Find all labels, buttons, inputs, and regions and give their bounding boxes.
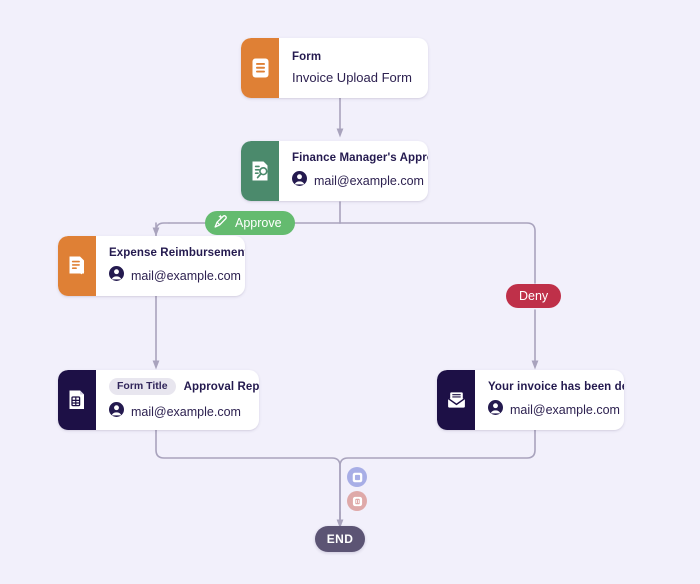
node-approval-report-title: Approval Report (183, 380, 259, 393)
add-step-button[interactable] (347, 467, 367, 487)
node-approval-report[interactable]: Form Title Approval Report mail@example.… (58, 370, 259, 430)
signature-pen-icon (213, 214, 229, 233)
node-approval-report-body: Form Title Approval Report mail@example.… (96, 370, 259, 430)
node-finance-approval-body: Finance Manager's Approval mail@example.… (279, 141, 428, 201)
branch-badge-deny[interactable]: Deny (506, 284, 562, 308)
node-invoice-denied-title-row: Your invoice has been denied. (488, 381, 624, 393)
node-expense-reimbursement-title: Expense Reimbursement Form (109, 246, 245, 259)
end-node[interactable]: END (315, 526, 365, 552)
node-approval-report-tag: Form Title (109, 378, 176, 395)
form-forward-icon (58, 236, 96, 296)
node-finance-approval-title: Finance Manager's Approval (292, 151, 428, 164)
node-expense-reimbursement-email: mail@example.com (131, 268, 241, 283)
node-approval-report-email: mail@example.com (131, 404, 241, 419)
avatar-user-icon (488, 399, 503, 420)
approval-signature-icon (241, 141, 279, 201)
delete-step-button[interactable] (347, 491, 367, 511)
node-form-title: Form (292, 51, 322, 63)
branch-badge-deny-label: Deny (519, 289, 549, 303)
edge-split-right (339, 222, 536, 284)
node-invoice-denied-email: mail@example.com (510, 402, 620, 417)
node-finance-approval-title-row: Finance Manager's Approval (292, 152, 428, 164)
node-expense-reimbursement[interactable]: Expense Reimbursement Form mail@example.… (58, 236, 245, 296)
node-invoice-denied[interactable]: Your invoice has been denied. mail@examp… (437, 370, 624, 430)
branch-badge-approve[interactable]: Approve (205, 211, 295, 235)
node-expense-reimbursement-title-row: Expense Reimbursement Form (109, 247, 245, 259)
node-form-body: Form Invoice Upload Form (279, 38, 428, 98)
workflow-canvas[interactable]: Form Invoice Upload Form Finance Manager… (0, 0, 700, 584)
branch-badge-approve-label: Approve (235, 216, 282, 230)
node-invoice-denied-title: Your invoice has been denied. (488, 380, 624, 393)
node-approval-report-title-row: Form Title Approval Report (109, 378, 259, 395)
node-finance-approval-email: mail@example.com (314, 173, 424, 188)
node-form[interactable]: Form Invoice Upload Form (241, 38, 428, 98)
form-document-icon (241, 38, 279, 98)
avatar-user-icon (109, 265, 124, 286)
report-document-icon (58, 370, 96, 430)
node-expense-reimbursement-meta: mail@example.com (109, 265, 241, 286)
edge-denied-to-end (339, 429, 536, 525)
avatar-user-icon (292, 170, 307, 191)
node-approval-report-meta: mail@example.com (109, 401, 245, 422)
add-form-icon (352, 472, 362, 482)
node-finance-approval[interactable]: Finance Manager's Approval mail@example.… (241, 141, 428, 201)
node-expense-reimbursement-body: Expense Reimbursement Form mail@example.… (96, 236, 245, 296)
edge-split-left-corner (155, 222, 170, 237)
edge-report-to-end (155, 429, 341, 525)
email-envelope-icon (437, 370, 475, 430)
end-node-label: END (326, 532, 354, 546)
node-finance-approval-meta: mail@example.com (292, 170, 424, 191)
node-invoice-denied-meta: mail@example.com (488, 399, 620, 420)
node-form-subtitle: Invoice Upload Form (292, 70, 412, 85)
avatar-user-icon (109, 401, 124, 422)
node-invoice-denied-body: Your invoice has been denied. mail@examp… (475, 370, 624, 430)
trash-delete-icon (352, 496, 362, 506)
node-form-title-row: Form (292, 51, 414, 63)
